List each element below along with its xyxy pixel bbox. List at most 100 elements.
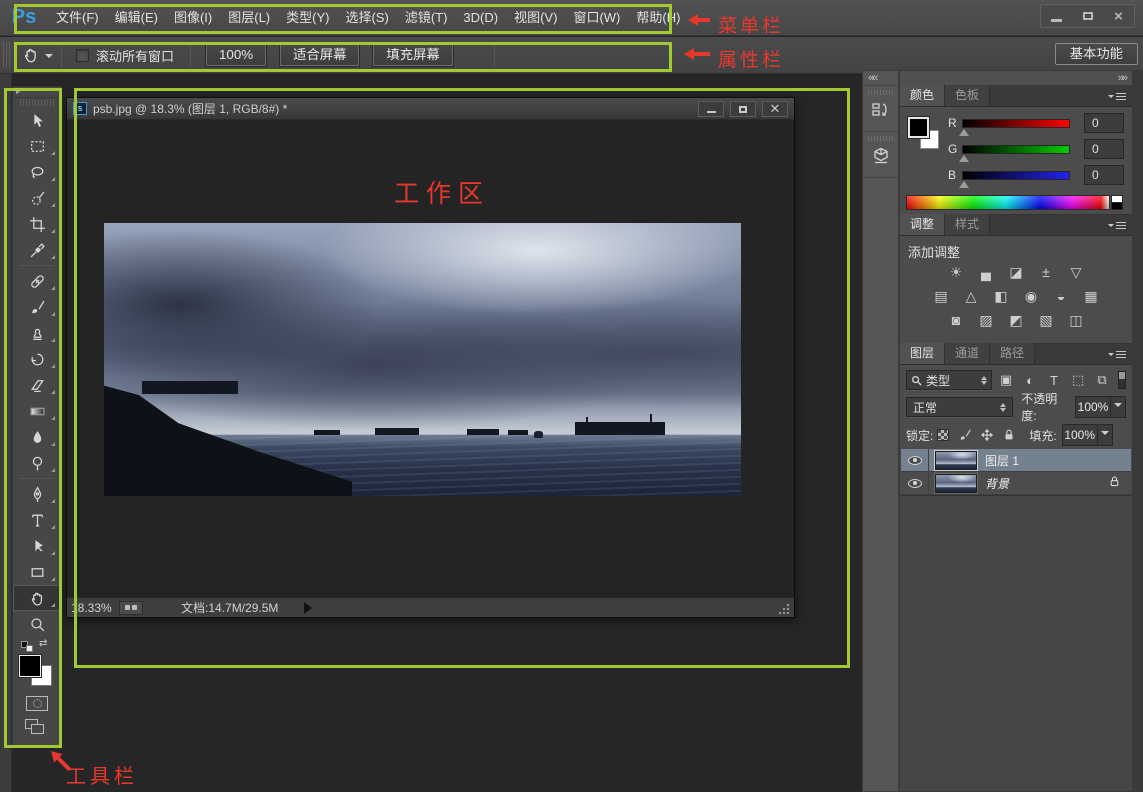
- history-panel-button[interactable]: [863, 86, 898, 132]
- active-tool-preset[interactable]: [22, 46, 53, 64]
- tool-crop[interactable]: [13, 211, 61, 237]
- foreground-color-swatch[interactable]: [19, 655, 41, 677]
- layer-thumbnail[interactable]: [935, 474, 977, 493]
- menu-filter[interactable]: 滤镜(T): [400, 1, 453, 35]
- panel-menu-icon[interactable]: [1108, 350, 1126, 360]
- opacity-field[interactable]: 100%: [1075, 396, 1126, 418]
- hue-saturation-icon[interactable]: ▤: [931, 288, 952, 305]
- visibility-toggle[interactable]: [901, 472, 929, 494]
- filter-pixel-layers-icon[interactable]: ▣: [994, 372, 1018, 388]
- layer-filter-dropdown[interactable]: 类型: [906, 370, 992, 390]
- black-white-icon[interactable]: ◧: [991, 288, 1012, 305]
- tab-channels[interactable]: 通道: [945, 343, 990, 364]
- fill-screen-button[interactable]: 填充屏幕: [373, 44, 452, 66]
- tool-dodge[interactable]: [13, 450, 61, 476]
- workspace-switcher-button[interactable]: 基本功能: [1055, 43, 1138, 65]
- menu-edit[interactable]: 编辑(E): [110, 1, 163, 35]
- layer-row-layer1[interactable]: 图层 1: [901, 449, 1131, 472]
- tools-panel-collapse[interactable]: ▸: [13, 87, 61, 98]
- options-grip[interactable]: [3, 42, 10, 68]
- fit-screen-button[interactable]: 适合屏幕: [280, 44, 359, 66]
- menu-image[interactable]: 图像(I): [169, 1, 217, 35]
- filter-smart-objects-icon[interactable]: ⧉: [1090, 372, 1114, 388]
- photo-filter-icon[interactable]: ◉: [1021, 288, 1042, 305]
- lock-all-button[interactable]: [999, 428, 1019, 443]
- gradient-map-icon[interactable]: ◫: [1066, 312, 1087, 329]
- spectrum-black-swatch[interactable]: [1111, 202, 1123, 210]
- vibrance-icon[interactable]: ▽: [1066, 264, 1087, 281]
- lock-transparency-button[interactable]: [933, 428, 953, 443]
- blue-slider[interactable]: [962, 171, 1070, 180]
- minimize-button[interactable]: [1041, 5, 1072, 27]
- tab-color[interactable]: 颜色: [900, 85, 945, 106]
- collapse-panels-button[interactable]: »»: [900, 71, 1132, 86]
- slider-thumb[interactable]: [959, 176, 969, 188]
- tool-gradient[interactable]: [13, 398, 61, 424]
- maximize-button[interactable]: [1072, 5, 1103, 27]
- tool-eraser[interactable]: [13, 372, 61, 398]
- menu-file[interactable]: 文件(F): [51, 1, 104, 35]
- posterize-icon[interactable]: ▨: [976, 312, 997, 329]
- green-slider[interactable]: [962, 145, 1070, 154]
- menu-help[interactable]: 帮助(H): [631, 1, 685, 35]
- tab-swatches[interactable]: 色板: [945, 85, 990, 106]
- filter-shape-layers-icon[interactable]: ⬚: [1066, 372, 1090, 388]
- lock-position-button[interactable]: [977, 428, 997, 443]
- menu-view[interactable]: 视图(V): [509, 1, 562, 35]
- scroll-all-windows-checkbox[interactable]: [76, 49, 89, 62]
- tool-eyedropper[interactable]: [13, 237, 61, 263]
- tool-quick-select[interactable]: [13, 185, 61, 211]
- green-value-field[interactable]: 0: [1084, 139, 1124, 159]
- tool-history-brush[interactable]: [13, 346, 61, 372]
- filter-type-layers-icon[interactable]: T: [1042, 373, 1066, 388]
- properties-panel-button[interactable]: [863, 132, 898, 178]
- layer-name[interactable]: 图层 1: [985, 452, 1019, 469]
- opacity-dropdown[interactable]: [1110, 397, 1125, 417]
- red-slider[interactable]: [962, 119, 1070, 128]
- threshold-icon[interactable]: ◩: [1006, 312, 1027, 329]
- panel-menu-icon[interactable]: [1108, 92, 1126, 102]
- levels-icon[interactable]: ▄: [976, 264, 997, 281]
- panel-menu-icon[interactable]: [1108, 221, 1126, 231]
- selective-color-icon[interactable]: ▧: [1036, 312, 1057, 329]
- tool-brush[interactable]: [13, 294, 61, 320]
- quick-mask-button[interactable]: [13, 691, 61, 715]
- lock-pixels-button[interactable]: [955, 428, 975, 443]
- status-flyout-arrow-icon[interactable]: [304, 602, 318, 614]
- color-lookup-icon[interactable]: ▦: [1081, 288, 1102, 305]
- invert-icon[interactable]: ◙: [946, 312, 967, 329]
- blend-mode-dropdown[interactable]: 正常: [906, 397, 1013, 417]
- tool-lasso[interactable]: [13, 159, 61, 185]
- screen-mode-button[interactable]: [13, 715, 61, 739]
- menu-layer[interactable]: 图层(L): [223, 1, 275, 35]
- curves-icon[interactable]: ◪: [1006, 264, 1027, 281]
- swap-colors-button[interactable]: ⇄: [13, 637, 61, 653]
- status-zoom-field[interactable]: 18.33%: [71, 601, 119, 615]
- slider-thumb[interactable]: [959, 124, 969, 136]
- tool-zoom[interactable]: [13, 611, 61, 637]
- fill-dropdown[interactable]: [1097, 425, 1112, 445]
- color-balance-icon[interactable]: △: [961, 288, 982, 305]
- zoom-100-button[interactable]: 100%: [206, 44, 266, 66]
- layer-name[interactable]: 背景: [985, 475, 1009, 492]
- blue-value-field[interactable]: 0: [1084, 165, 1124, 185]
- doc-minimize-button[interactable]: [698, 101, 724, 117]
- tool-healing-brush[interactable]: [13, 268, 61, 294]
- red-value-field[interactable]: 0: [1084, 113, 1124, 133]
- tab-paths[interactable]: 路径: [990, 343, 1035, 364]
- visibility-toggle[interactable]: [901, 449, 929, 471]
- menu-window[interactable]: 窗口(W): [568, 1, 625, 35]
- document-title-bar[interactable]: s psb.jpg @ 18.3% (图层 1, RGB/8#) * ✕: [67, 98, 794, 120]
- slider-thumb[interactable]: [959, 150, 969, 162]
- close-button[interactable]: ×: [1103, 5, 1134, 27]
- color-spectrum-ramp[interactable]: [906, 195, 1110, 210]
- brightness-contrast-icon[interactable]: ☀: [946, 264, 967, 281]
- filter-adjustment-layers-icon[interactable]: ◐: [1018, 373, 1042, 388]
- tool-type[interactable]: [13, 507, 61, 533]
- channel-mixer-icon[interactable]: ◒: [1051, 288, 1072, 305]
- layer-row-background[interactable]: 背景: [901, 472, 1131, 495]
- doc-maximize-button[interactable]: [730, 101, 756, 117]
- tab-adjustments[interactable]: 调整: [900, 214, 945, 235]
- menu-3d[interactable]: 3D(D): [458, 1, 503, 35]
- tool-move[interactable]: [13, 107, 61, 133]
